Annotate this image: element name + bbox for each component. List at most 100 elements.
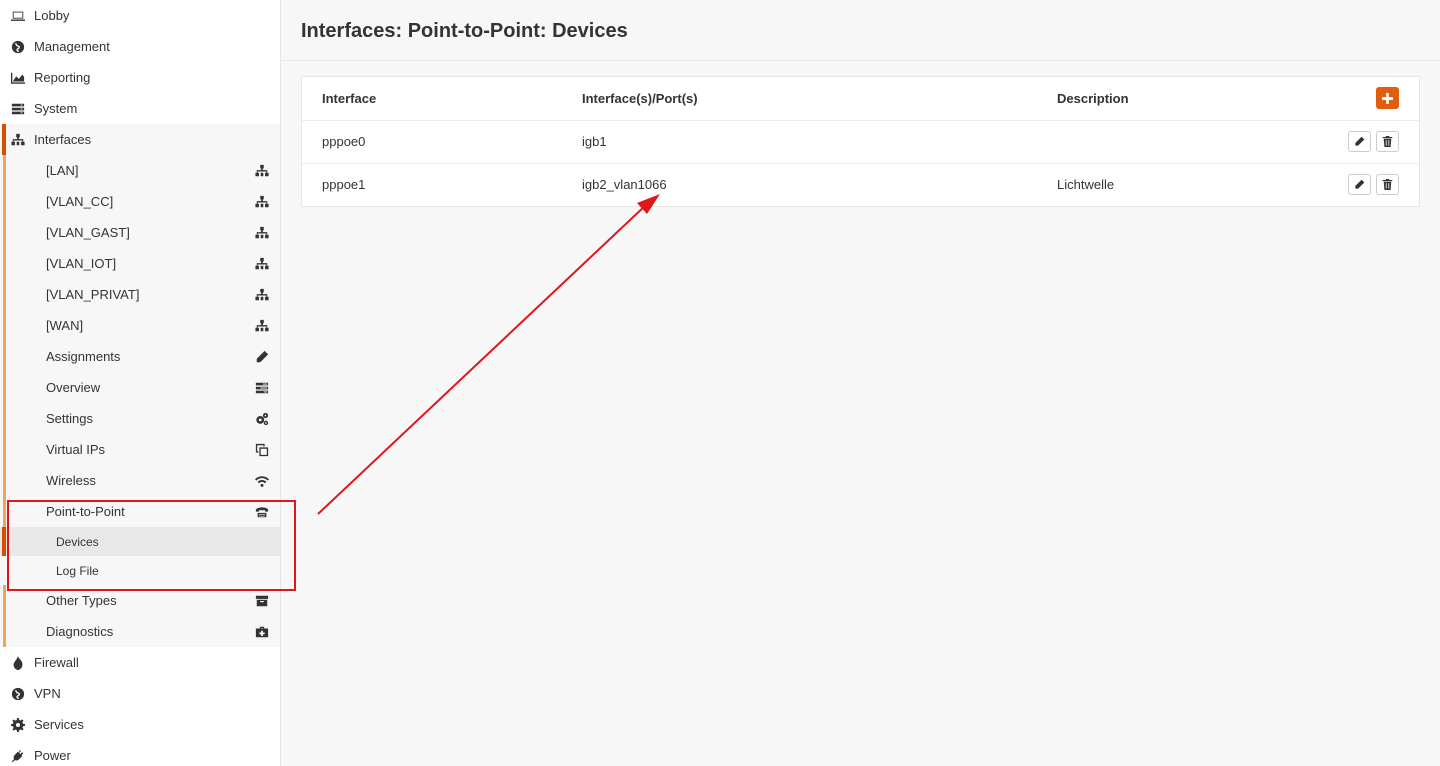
cell-interface: pppoe1 — [302, 162, 562, 206]
add-button[interactable] — [1376, 87, 1399, 110]
nav-management-label: Management — [34, 39, 110, 54]
sidebar-item-lan[interactable]: [LAN] — [0, 155, 280, 186]
nav-reporting[interactable]: Reporting — [0, 62, 280, 93]
devices-panel: Interface Interface(s)/Port(s) Descripti… — [301, 76, 1420, 207]
sidebar-item-vlan-cc[interactable]: [VLAN_CC] — [0, 186, 280, 217]
medkit-icon — [254, 624, 270, 640]
sidebar-item-settings-label: Settings — [46, 411, 93, 426]
sidebar-item-diagnostics-label: Diagnostics — [46, 624, 114, 639]
page-header: Interfaces: Point-to-Point: Devices — [281, 0, 1440, 61]
sidebar-item-lan-label: [LAN] — [46, 163, 79, 178]
sidebar-item-log-file[interactable]: Log File — [0, 556, 280, 585]
sidebar-item-overview[interactable]: Overview — [0, 372, 280, 403]
sidebar-item-wan-label: [WAN] — [46, 318, 84, 333]
table-row: pppoe1 igb2_vlan1066 Lichtwelle — [302, 162, 1419, 206]
sidebar-item-vlan-gast-label: [VLAN_GAST] — [46, 225, 130, 240]
laptop-icon — [10, 8, 26, 24]
pencil-icon — [1355, 179, 1365, 189]
nav-vpn[interactable]: VPN — [0, 678, 280, 709]
plus-icon — [1382, 92, 1393, 104]
sidebar-item-settings[interactable]: Settings — [0, 403, 280, 434]
trash-icon — [1382, 179, 1393, 191]
table-row: pppoe0 igb1 — [302, 119, 1419, 163]
delete-button[interactable] — [1376, 131, 1399, 152]
page-title: Interfaces: Point-to-Point: Devices — [301, 20, 628, 42]
nav-services-label: Services — [34, 717, 84, 732]
interfaces-section: Interfaces [LAN] [VLAN_CC] [VLAN_GAST] [… — [0, 124, 280, 647]
nav-reporting-label: Reporting — [34, 70, 91, 85]
sidebar-item-virtual-ips-label: Virtual IPs — [46, 442, 106, 457]
sidebar-item-diagnostics[interactable]: Diagnostics — [0, 616, 280, 647]
sitemap-icon — [10, 132, 26, 148]
nav-interfaces[interactable]: Interfaces — [0, 124, 280, 155]
sidebar-item-virtual-ips[interactable]: Virtual IPs — [0, 434, 280, 465]
gears-icon — [254, 411, 270, 427]
nav-firewall[interactable]: Firewall — [0, 647, 280, 678]
sidebar-item-devices[interactable]: Devices — [0, 527, 280, 556]
nav-services[interactable]: Services — [0, 709, 280, 740]
pencil-icon — [1355, 136, 1365, 146]
fire-icon — [10, 655, 26, 671]
cell-actions — [1309, 162, 1419, 206]
sitemap-icon — [254, 163, 270, 179]
sidebar-item-vlan-privat[interactable]: [VLAN_PRIVAT] — [0, 279, 280, 310]
sidebar-item-wireless[interactable]: Wireless — [0, 465, 280, 496]
cell-interface: pppoe0 — [302, 119, 562, 163]
main-content: Interfaces: Point-to-Point: Devices Inte… — [281, 0, 1440, 766]
sidebar-item-overview-label: Overview — [46, 380, 101, 395]
archive-icon — [254, 593, 270, 609]
nav-system-label: System — [34, 101, 78, 116]
sidebar-item-wireless-label: Wireless — [46, 473, 96, 488]
cell-ports: igb2_vlan1066 — [562, 162, 1037, 206]
header-ports: Interface(s)/Port(s) — [582, 90, 698, 106]
trash-icon — [1382, 136, 1393, 147]
edit-button[interactable] — [1348, 174, 1372, 196]
nav-power-label: Power — [34, 748, 71, 763]
devices-table: Interface Interface(s)/Port(s) Descripti… — [302, 77, 1419, 206]
cell-description — [1037, 119, 1309, 163]
sitemap-icon — [254, 256, 270, 272]
sidebar-item-vlan-cc-label: [VLAN_CC] — [46, 194, 114, 209]
cell-ports: igb1 — [562, 119, 1037, 163]
globe-icon — [10, 39, 26, 55]
pencil-icon — [254, 349, 270, 365]
cell-description: Lichtwelle — [1037, 162, 1309, 206]
table-header-row: Interface Interface(s)/Port(s) Descripti… — [302, 77, 1419, 120]
edit-button[interactable] — [1348, 131, 1372, 152]
nav-system[interactable]: System — [0, 93, 280, 124]
plug-icon — [10, 748, 26, 764]
nav-firewall-label: Firewall — [34, 655, 79, 670]
sidebar-item-vlan-iot[interactable]: [VLAN_IOT] — [0, 248, 280, 279]
clone-icon — [254, 442, 270, 458]
nav-interfaces-label: Interfaces — [34, 132, 92, 147]
cog-icon — [10, 717, 26, 733]
sidebar-item-vlan-privat-label: [VLAN_PRIVAT] — [46, 287, 140, 302]
sidebar-item-assignments[interactable]: Assignments — [0, 341, 280, 372]
delete-button[interactable] — [1376, 174, 1399, 196]
sidebar-item-wan[interactable]: [WAN] — [0, 310, 280, 341]
area-chart-icon — [10, 70, 26, 86]
sitemap-icon — [254, 194, 270, 210]
nav-power[interactable]: Power — [0, 740, 280, 766]
sitemap-icon — [254, 225, 270, 241]
sidebar-item-vlan-iot-label: [VLAN_IOT] — [46, 256, 117, 271]
nav-vpn-label: VPN — [34, 686, 61, 701]
sidebar-item-assignments-label: Assignments — [46, 349, 121, 364]
wifi-icon — [254, 473, 270, 489]
nav-management[interactable]: Management — [0, 31, 280, 62]
tasks-icon — [254, 380, 270, 396]
sitemap-icon — [254, 318, 270, 334]
server-icon — [10, 101, 26, 117]
sidebar-item-vlan-gast[interactable]: [VLAN_GAST] — [0, 217, 280, 248]
sitemap-icon — [254, 287, 270, 303]
sidebar-item-log-file-label: Log File — [56, 563, 99, 578]
sidebar-item-point-to-point[interactable]: Point-to-Point — [0, 496, 280, 527]
sidebar-item-point-to-point-label: Point-to-Point — [46, 504, 125, 519]
header-actions — [1309, 77, 1419, 120]
nav-lobby[interactable]: Lobby — [0, 0, 280, 31]
header-interface: Interface — [322, 90, 377, 106]
sidebar-item-other-types[interactable]: Other Types — [0, 585, 280, 616]
fax-icon — [254, 504, 270, 520]
header-description: Description — [1057, 90, 1129, 106]
cell-actions — [1309, 119, 1419, 163]
